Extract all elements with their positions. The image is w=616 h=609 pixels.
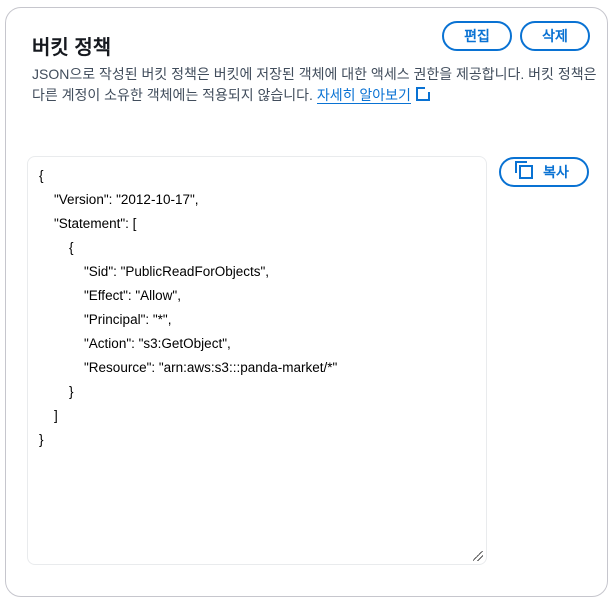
copy-label: 복사 (543, 164, 569, 180)
code-line: ] (39, 408, 58, 423)
copy-button[interactable]: 복사 (499, 157, 589, 187)
edit-button[interactable]: 편집 (442, 21, 512, 51)
code-line: "Action": "s3:GetObject", (39, 336, 231, 351)
code-line: } (39, 432, 44, 447)
code-line: "Statement": [ (39, 216, 137, 231)
code-line: "Resource": "arn:aws:s3:::panda-market/*… (39, 360, 338, 375)
copy-icon (515, 161, 534, 179)
code-line: "Version": "2012-10-17", (39, 192, 199, 207)
code-line: "Sid": "PublicReadForObjects", (39, 264, 270, 279)
policy-editor[interactable]: { "Version": "2012-10-17", "Statement": … (27, 156, 487, 565)
panel-title: 버킷 정책 (32, 37, 112, 59)
panel-description: JSON으로 작성된 버킷 정책은 버킷에 저장된 객체에 대한 액세스 권한을… (32, 64, 602, 106)
resize-handle-icon[interactable] (473, 551, 483, 561)
code-line: "Principal": "*", (39, 312, 172, 327)
description-text: JSON으로 작성된 버킷 정책은 버킷에 저장된 객체에 대한 액세스 권한을… (32, 66, 597, 103)
external-link-icon (415, 86, 431, 101)
delete-button[interactable]: 삭제 (520, 21, 590, 51)
code-line: } (39, 384, 74, 399)
code-line: "Effect": "Allow", (39, 288, 181, 303)
learn-more-link[interactable]: 자세히 알아보기 (316, 87, 411, 104)
code-line: { (39, 168, 44, 183)
code-line: { (39, 240, 74, 255)
